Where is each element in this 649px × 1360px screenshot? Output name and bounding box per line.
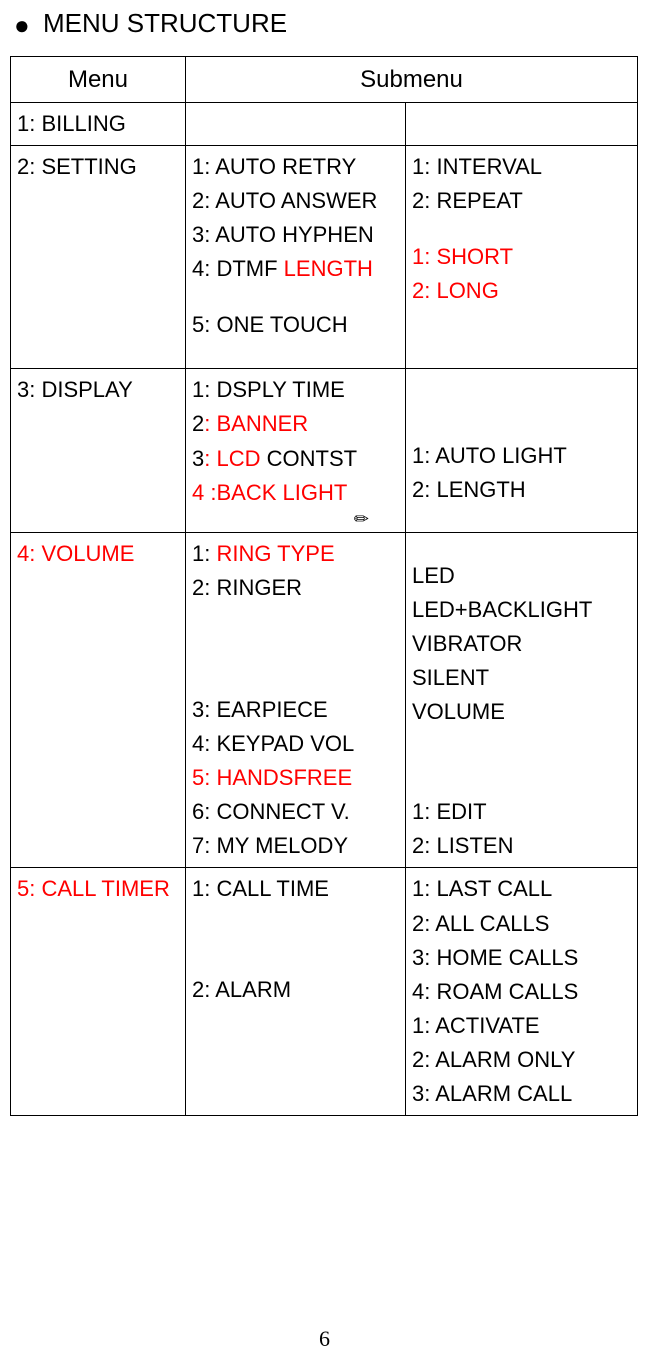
list-item: 1: EDIT <box>412 795 631 829</box>
list-item: 1: INTERVAL <box>412 150 631 184</box>
page-number: 6 <box>10 1326 639 1352</box>
list-item: 3: ALARM CALL <box>412 1077 631 1111</box>
list-item: VOLUME <box>412 695 631 729</box>
list-item: 4 :BACK LIGHT <box>192 476 399 510</box>
list-item: 2: REPEAT <box>412 184 631 218</box>
list-item: 2: ALARM ONLY <box>412 1043 631 1077</box>
list-item: 5: ONE TOUCH <box>192 308 399 342</box>
menu-cell: 2: SETTING <box>11 145 186 368</box>
table-row: 1: BILLING <box>11 102 638 145</box>
list-item: LED+BACKLIGHT <box>412 593 631 627</box>
option-cell: 1: LAST CALL 2: ALL CALLS 3: HOME CALLS … <box>406 868 638 1116</box>
bullet-icon: ● <box>14 10 30 41</box>
submenu-cell <box>186 102 406 145</box>
arrow-icon: ✏ <box>192 510 399 528</box>
menu-cell: 1: BILLING <box>11 102 186 145</box>
list-item: 5: HANDSFREE <box>192 761 399 795</box>
list-item: 2: LONG <box>412 274 631 308</box>
header-menu: Menu <box>11 56 186 102</box>
list-item: 1: AUTO RETRY <box>192 150 399 184</box>
list-item: SILENT <box>412 661 631 695</box>
list-item: 2: ALARM <box>192 973 399 1007</box>
menu-cell: 5: CALL TIMER <box>11 868 186 1116</box>
list-item: 4: DTMF LENGTH <box>192 252 399 286</box>
list-item: 1: CALL TIME <box>192 872 399 906</box>
list-item: VIBRATOR <box>412 627 631 661</box>
list-item: 3: AUTO HYPHEN <box>192 218 399 252</box>
list-item: 6: CONNECT V. <box>192 795 399 829</box>
menu-cell: 4: VOLUME <box>11 532 186 868</box>
table-row: 4: VOLUME 1: RING TYPE 2: RINGER 3: EARP… <box>11 532 638 868</box>
submenu-cell: 1: AUTO RETRY 2: AUTO ANSWER 3: AUTO HYP… <box>186 145 406 368</box>
list-item: 1: DSPLY TIME <box>192 373 399 407</box>
title-text: MENU STRUCTURE <box>43 8 287 38</box>
list-item: 3: LCD CONTST <box>192 442 399 476</box>
list-item: 2: AUTO ANSWER <box>192 184 399 218</box>
list-item: 1: SHORT <box>412 240 631 274</box>
list-item: 4: ROAM CALLS <box>412 975 631 1009</box>
table-row: 5: CALL TIMER 1: CALL TIME 2: ALARM 1: L… <box>11 868 638 1116</box>
list-item: 1: RING TYPE <box>192 537 399 571</box>
option-cell: 1: AUTO LIGHT 2: LENGTH <box>406 369 638 532</box>
menu-cell: 3: DISPLAY <box>11 369 186 532</box>
list-item: 1: LAST CALL <box>412 872 631 906</box>
table-row: 2: SETTING 1: AUTO RETRY 2: AUTO ANSWER … <box>11 145 638 368</box>
list-item: 1: ACTIVATE <box>412 1009 631 1043</box>
list-item: 2: ALL CALLS <box>412 907 631 941</box>
list-item: 1: AUTO LIGHT <box>412 439 631 473</box>
list-item: 4: KEYPAD VOL <box>192 727 399 761</box>
list-item: 2: LENGTH <box>412 473 631 507</box>
menu-structure-table: Menu Submenu 1: BILLING 2: SETTING 1: AU… <box>10 56 638 1116</box>
submenu-cell: 1: DSPLY TIME 2: BANNER 3: LCD CONTST 4 … <box>186 369 406 532</box>
option-cell: LED LED+BACKLIGHT VIBRATOR SILENT VOLUME… <box>406 532 638 868</box>
list-item: LED <box>412 559 631 593</box>
list-item: 3: HOME CALLS <box>412 941 631 975</box>
list-item: 3: EARPIECE <box>192 693 399 727</box>
submenu-cell: 1: CALL TIME 2: ALARM <box>186 868 406 1116</box>
list-item: 2: BANNER <box>192 407 399 441</box>
page-title: ● MENU STRUCTURE <box>14 8 639 41</box>
table-row: 3: DISPLAY 1: DSPLY TIME 2: BANNER 3: LC… <box>11 369 638 532</box>
option-cell <box>406 102 638 145</box>
list-item: 2: RINGER <box>192 571 399 605</box>
list-item: 2: LISTEN <box>412 829 631 863</box>
submenu-cell: 1: RING TYPE 2: RINGER 3: EARPIECE 4: KE… <box>186 532 406 868</box>
option-cell: 1: INTERVAL 2: REPEAT 1: SHORT 2: LONG <box>406 145 638 368</box>
header-submenu: Submenu <box>186 56 638 102</box>
list-item: 7: MY MELODY <box>192 829 399 863</box>
